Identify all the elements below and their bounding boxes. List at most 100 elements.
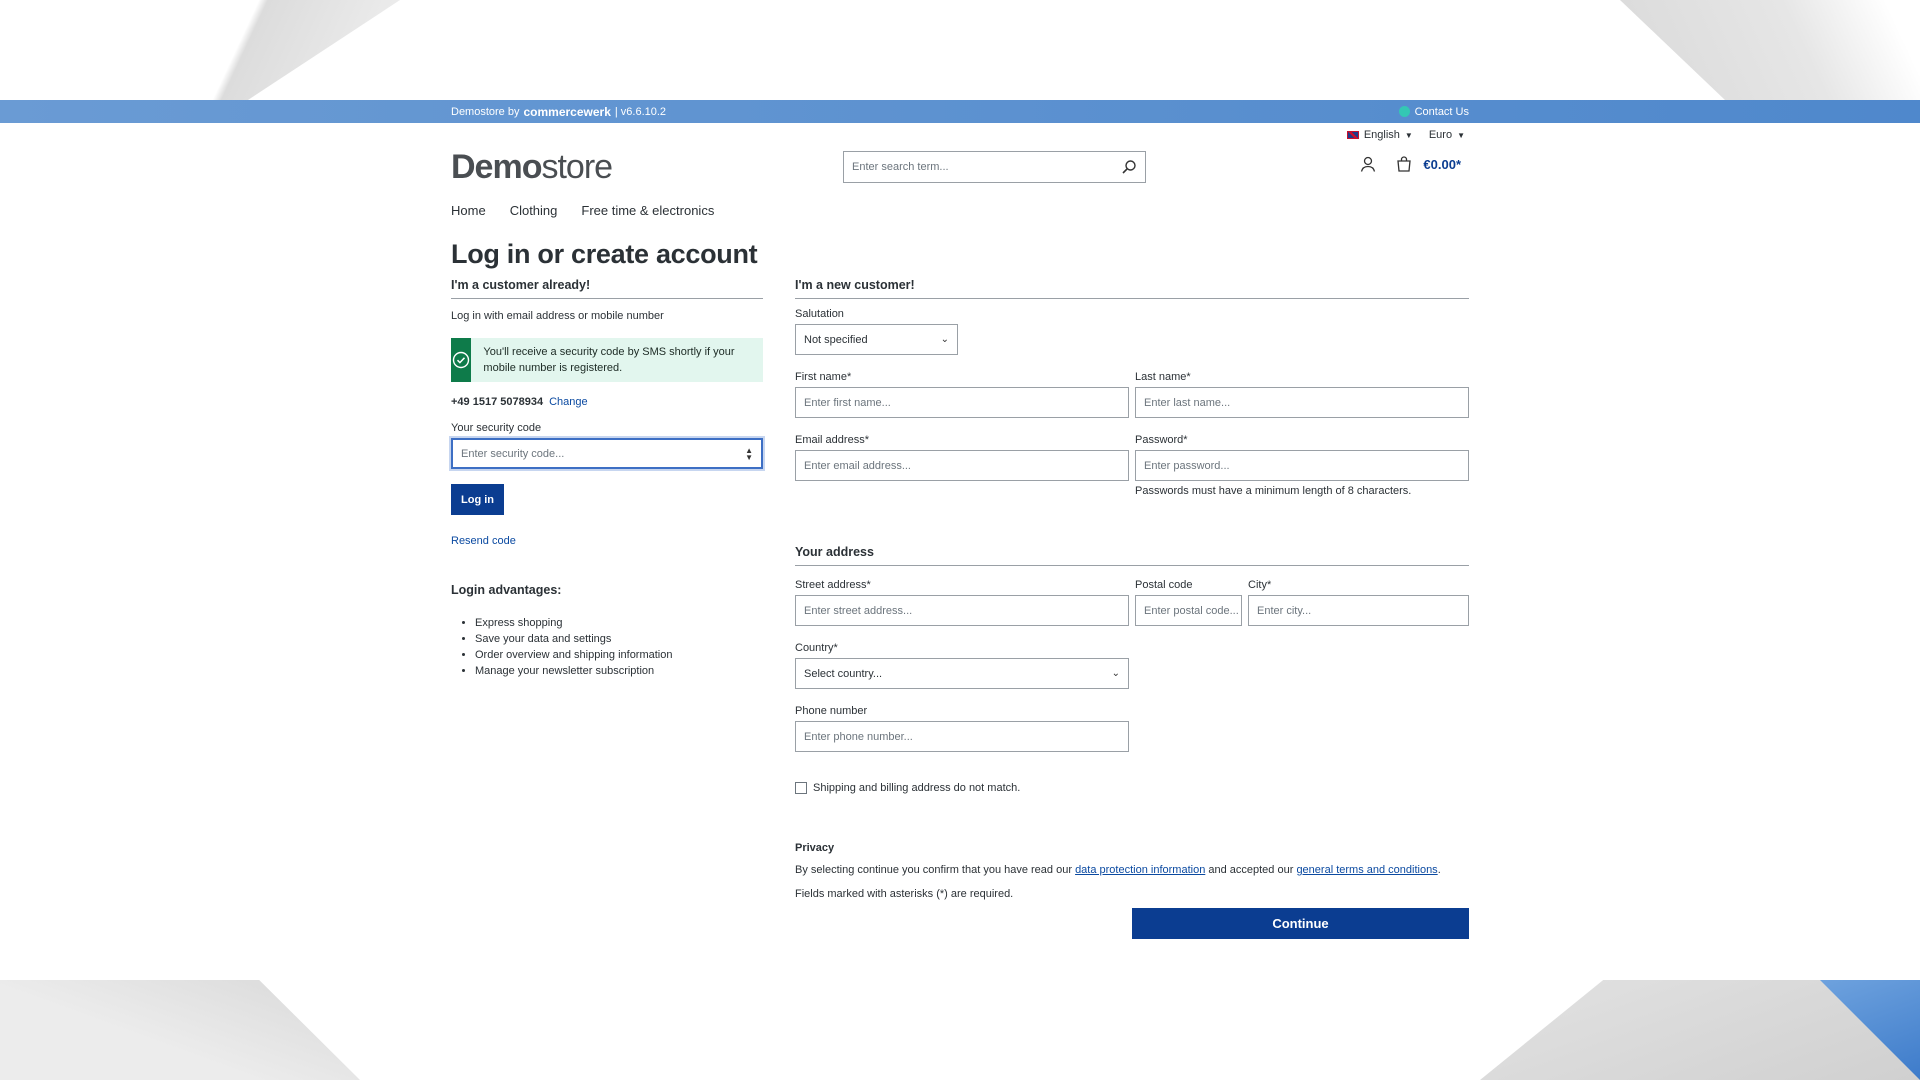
- main-navigation: Home Clothing Free time & electronics: [451, 203, 1469, 227]
- password-help: Passwords must have a minimum length of …: [1135, 485, 1412, 497]
- list-item: Order overview and shipping information: [475, 647, 763, 663]
- chevron-down-icon: ⌄: [940, 334, 949, 345]
- caret-down-icon: ▼: [1404, 130, 1413, 140]
- data-protection-link[interactable]: data protection information: [1075, 864, 1205, 876]
- privacy-text: By selecting continue you confirm that y…: [795, 864, 1469, 876]
- first-name-label: First name*: [795, 371, 852, 383]
- country-placeholder: Select country...: [804, 667, 883, 680]
- decor-shape: [1620, 0, 1920, 100]
- country-label: Country*: [795, 642, 838, 654]
- version-info: Demostore by commercewerk | v6.6.10.2: [451, 105, 666, 119]
- currency-selector[interactable]: Euro ▼: [1429, 129, 1465, 141]
- password-label: Password*: [1135, 434, 1188, 446]
- security-code-input[interactable]: Enter security code... ▲ ▼: [451, 438, 763, 469]
- decor-shape: [0, 980, 360, 1080]
- salutation-label: Salutation: [795, 308, 844, 320]
- page-title: Log in or create account: [451, 239, 758, 269]
- cart-total: €0.00*: [1423, 156, 1461, 172]
- address-heading: Your address: [795, 545, 1469, 566]
- postal-code-label: Postal code: [1135, 579, 1193, 591]
- last-name-placeholder: Enter last name...: [1144, 396, 1231, 409]
- required-fields-note: Fields marked with asterisks (*) are req…: [795, 888, 1014, 900]
- city-label: City*: [1248, 579, 1272, 591]
- login-button[interactable]: Log in: [451, 484, 504, 515]
- version: | v6.6.10.2: [614, 105, 667, 118]
- city-placeholder: Enter city...: [1257, 604, 1312, 617]
- login-hint: Log in with email address or mobile numb…: [451, 310, 664, 322]
- alert-text: You'll receive a security code by SMS sh…: [483, 346, 735, 374]
- logo-light: store: [541, 147, 613, 186]
- account-icon[interactable]: [1359, 155, 1377, 173]
- language-selector[interactable]: English ▼: [1346, 129, 1413, 141]
- contact-label: Contact Us: [1414, 105, 1469, 118]
- nav-item-home[interactable]: Home: [451, 203, 486, 227]
- postal-code-placeholder: Enter postal code...: [1144, 604, 1239, 617]
- phone-placeholder: Enter phone number...: [804, 730, 913, 743]
- email-field[interactable]: Enter email address...: [795, 450, 1129, 481]
- different-shipping-option: Shipping and billing address do not matc…: [795, 782, 1469, 794]
- logo-strong: Demo: [451, 147, 542, 186]
- phone-number: +49 1517 5078934: [451, 396, 544, 408]
- login-panel: I'm a customer already! Log in with emai…: [451, 278, 763, 939]
- phone-label: Phone number: [795, 705, 868, 717]
- top-bar: Demostore by commercewerk | v6.6.10.2 Co…: [0, 100, 1920, 123]
- first-name-placeholder: Enter first name...: [804, 396, 891, 409]
- city-field[interactable]: Enter city...: [1248, 595, 1469, 626]
- change-link[interactable]: Change: [549, 396, 588, 408]
- password-placeholder: Enter password...: [1144, 459, 1230, 472]
- list-item: Save your data and settings: [475, 631, 763, 647]
- caret-down-icon: ▼: [1457, 130, 1465, 140]
- password-field[interactable]: Enter password...: [1135, 450, 1469, 481]
- contact-us-link[interactable]: Contact Us: [1398, 105, 1469, 118]
- privacy-post: .: [1437, 864, 1441, 876]
- number-spinner-icon[interactable]: ▲ ▼: [745, 446, 753, 461]
- terms-link[interactable]: general terms and conditions: [1296, 864, 1437, 876]
- nav-item-clothing[interactable]: Clothing: [510, 203, 558, 227]
- search-icon[interactable]: [1121, 159, 1137, 175]
- shopping-bag-icon: [1397, 156, 1412, 172]
- postal-code-field[interactable]: Enter postal code...: [1135, 595, 1242, 626]
- register-heading: I'm a new customer!: [795, 278, 1469, 299]
- email-label: Email address*: [795, 434, 869, 446]
- last-name-label: Last name*: [1135, 371, 1191, 383]
- brand-name: commercewerk: [523, 104, 611, 119]
- street-address-field[interactable]: Enter street address...: [795, 595, 1129, 626]
- nav-item-free-time-electronics[interactable]: Free time & electronics: [581, 203, 714, 227]
- check-circle-icon: [451, 338, 472, 382]
- header: Demo store Enter search term... €0.00*: [451, 147, 1469, 187]
- shipping-checkbox-label[interactable]: Shipping and billing address do not matc…: [813, 782, 1020, 794]
- register-panel: I'm a new customer! Salutation Not speci…: [795, 278, 1469, 939]
- country-select[interactable]: Select country... ⌄: [795, 658, 1129, 689]
- salutation-value: Not specified: [804, 333, 868, 346]
- privacy-mid: and accepted our: [1205, 864, 1297, 876]
- phone-number-field[interactable]: Enter phone number...: [795, 721, 1129, 752]
- uk-flag-icon: [1346, 131, 1359, 139]
- shipping-billing-checkbox[interactable]: [795, 782, 807, 794]
- salutation-select[interactable]: Not specified ⌄: [795, 324, 958, 355]
- brand-prefix: Demostore by: [451, 105, 520, 118]
- resend-code-link[interactable]: Resend code: [451, 535, 516, 547]
- cart-button[interactable]: €0.00*: [1395, 155, 1461, 173]
- privacy-heading: Privacy: [795, 842, 835, 854]
- privacy-pre: By selecting continue you confirm that y…: [795, 864, 1076, 876]
- currency-label: Euro: [1428, 129, 1453, 141]
- last-name-field[interactable]: Enter last name...: [1135, 387, 1469, 418]
- email-placeholder: Enter email address...: [804, 459, 911, 472]
- language-label: English: [1363, 129, 1400, 141]
- chevron-down-icon: ⌄: [1111, 668, 1120, 679]
- browser-page: Demostore by commercewerk | v6.6.10.2 Co…: [0, 100, 1920, 980]
- first-name-field[interactable]: Enter first name...: [795, 387, 1129, 418]
- continue-button[interactable]: Continue: [1132, 908, 1469, 939]
- login-heading: I'm a customer already!: [451, 278, 763, 299]
- advantages-title: Login advantages:: [451, 583, 562, 597]
- chat-icon: [1398, 106, 1410, 117]
- street-placeholder: Enter street address...: [804, 604, 913, 617]
- decor-shape: [0, 0, 400, 100]
- advantages-list: Express shopping Save your data and sett…: [451, 615, 763, 679]
- list-item: Manage your newsletter subscription: [475, 663, 763, 679]
- sms-success-alert: You'll receive a security code by SMS sh…: [451, 338, 763, 382]
- list-item: Express shopping: [475, 615, 763, 631]
- store-logo[interactable]: Demo store: [451, 147, 613, 187]
- search-input[interactable]: Enter search term...: [843, 151, 1146, 183]
- search-placeholder: Enter search term...: [852, 161, 949, 173]
